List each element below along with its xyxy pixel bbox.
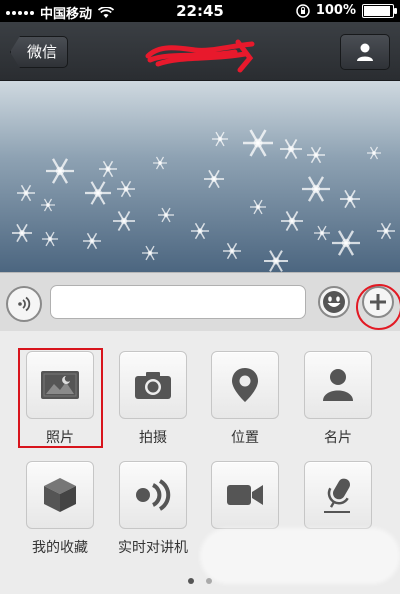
snowflake xyxy=(212,131,228,147)
rotation-lock-icon xyxy=(296,3,310,18)
panel-item-location[interactable]: 位置 xyxy=(205,351,285,447)
panel-item-label: 位置 xyxy=(231,430,259,446)
plus-icon xyxy=(370,294,386,310)
panel-item-contact-card[interactable]: 名片 xyxy=(298,351,378,447)
snowflake xyxy=(85,181,111,205)
page-dot xyxy=(188,578,194,584)
emoji-button[interactable] xyxy=(318,286,350,318)
snowflake xyxy=(281,211,303,231)
snowflake xyxy=(99,160,117,178)
snowflake xyxy=(332,230,360,256)
snowflake xyxy=(340,189,360,209)
panel-item-label: 名片 xyxy=(324,430,352,446)
contact-card-icon xyxy=(323,369,353,401)
battery-icon xyxy=(362,3,397,18)
snowflake xyxy=(42,231,58,247)
snowflake xyxy=(153,156,167,170)
snowflake xyxy=(302,176,330,202)
favorites-cube-icon xyxy=(44,478,76,512)
snowflake xyxy=(223,242,241,260)
smiley-icon xyxy=(323,291,345,313)
person-icon xyxy=(357,43,373,61)
snowflake xyxy=(264,250,288,272)
voice-wave-icon xyxy=(18,296,31,312)
snowflake xyxy=(204,169,224,189)
input-bar xyxy=(0,272,400,332)
snowflake xyxy=(46,158,74,184)
panel-item-voice-input[interactable] xyxy=(298,461,378,537)
voice-input-button[interactable] xyxy=(6,286,42,322)
snowflake-pattern xyxy=(12,129,395,272)
snowflake xyxy=(377,222,395,240)
snowflake xyxy=(41,198,55,212)
panel-item-label: 照片 xyxy=(46,430,74,446)
microphone-icon xyxy=(324,478,350,513)
panel-item-walkie-talkie[interactable]: 实时对讲机 xyxy=(113,461,193,557)
panel-item-photo[interactable]: 照片 xyxy=(20,351,100,447)
snowflake xyxy=(367,146,381,160)
attachment-panel: 照片 拍摄 位置 名片 我的收藏 实时对讲机 xyxy=(0,331,400,594)
location-pin-icon xyxy=(232,368,258,402)
battery-percent: 100% xyxy=(315,3,356,18)
snowflake xyxy=(142,245,158,261)
page-dot xyxy=(206,578,212,584)
panel-item-label: 我的收藏 xyxy=(32,540,88,556)
panel-item-label: 拍摄 xyxy=(139,430,167,446)
snowflake xyxy=(191,222,209,240)
snowflake xyxy=(17,184,35,202)
snowflake xyxy=(12,223,32,243)
snowflake xyxy=(314,225,330,241)
panel-item-label: 实时对讲机 xyxy=(118,540,188,556)
back-button[interactable]: 微信 xyxy=(10,36,69,68)
chat-background xyxy=(0,81,400,272)
panel-item-camera[interactable]: 拍摄 xyxy=(113,351,193,447)
snowflake xyxy=(250,199,266,215)
redacted-title-scribble xyxy=(145,39,255,73)
page-indicator xyxy=(0,578,400,584)
snowflake xyxy=(113,211,135,231)
snowflake xyxy=(83,232,101,250)
panel-item-video-call[interactable] xyxy=(205,461,285,537)
snowflake xyxy=(117,180,135,198)
snowflake xyxy=(243,129,273,157)
camera-icon xyxy=(135,372,171,399)
contact-info-button[interactable] xyxy=(340,34,390,70)
walkie-talkie-icon xyxy=(136,479,171,511)
photo-icon xyxy=(41,371,79,399)
nav-bar: 微信 xyxy=(0,22,400,81)
more-options-button[interactable] xyxy=(362,286,394,318)
status-bar: 中国移动 22:45 100% xyxy=(0,0,400,22)
panel-item-favorites[interactable]: 我的收藏 xyxy=(20,461,100,557)
message-input[interactable] xyxy=(50,285,306,319)
snowflake xyxy=(307,146,325,164)
video-camera-icon xyxy=(227,485,263,505)
snowflake xyxy=(280,139,302,159)
snowflake xyxy=(158,207,174,223)
